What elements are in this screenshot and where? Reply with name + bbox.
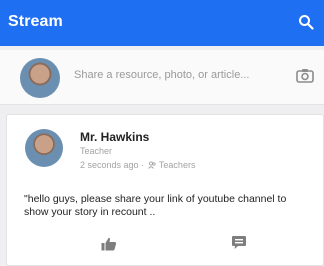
post-author-role: Teacher — [80, 146, 113, 156]
meta-separator: · — [141, 160, 145, 170]
avatar — [25, 129, 63, 167]
composer[interactable]: Share a resource, photo, or article... — [0, 50, 324, 105]
search-icon[interactable] — [298, 14, 314, 30]
post-author[interactable]: Mr. Hawkins — [80, 130, 149, 144]
post-time: 2 seconds ago — [80, 160, 139, 170]
post-meta: 2 seconds ago · Teachers — [80, 160, 195, 170]
camera-icon[interactable] — [296, 68, 314, 83]
post-message: "hello guys, please share your link of y… — [24, 193, 287, 218]
group-icon — [147, 161, 156, 169]
comment-icon[interactable] — [231, 235, 247, 250]
page-title: Stream — [8, 13, 63, 30]
composer-input[interactable]: Share a resource, photo, or article... — [74, 69, 249, 81]
app-bar: Stream — [0, 0, 324, 46]
post-audience: Teachers — [158, 160, 196, 170]
thumbs-up-icon[interactable] — [101, 237, 117, 251]
avatar — [20, 58, 60, 98]
post-card: Mr. Hawkins Teacher 2 seconds ago · Teac… — [6, 114, 324, 266]
